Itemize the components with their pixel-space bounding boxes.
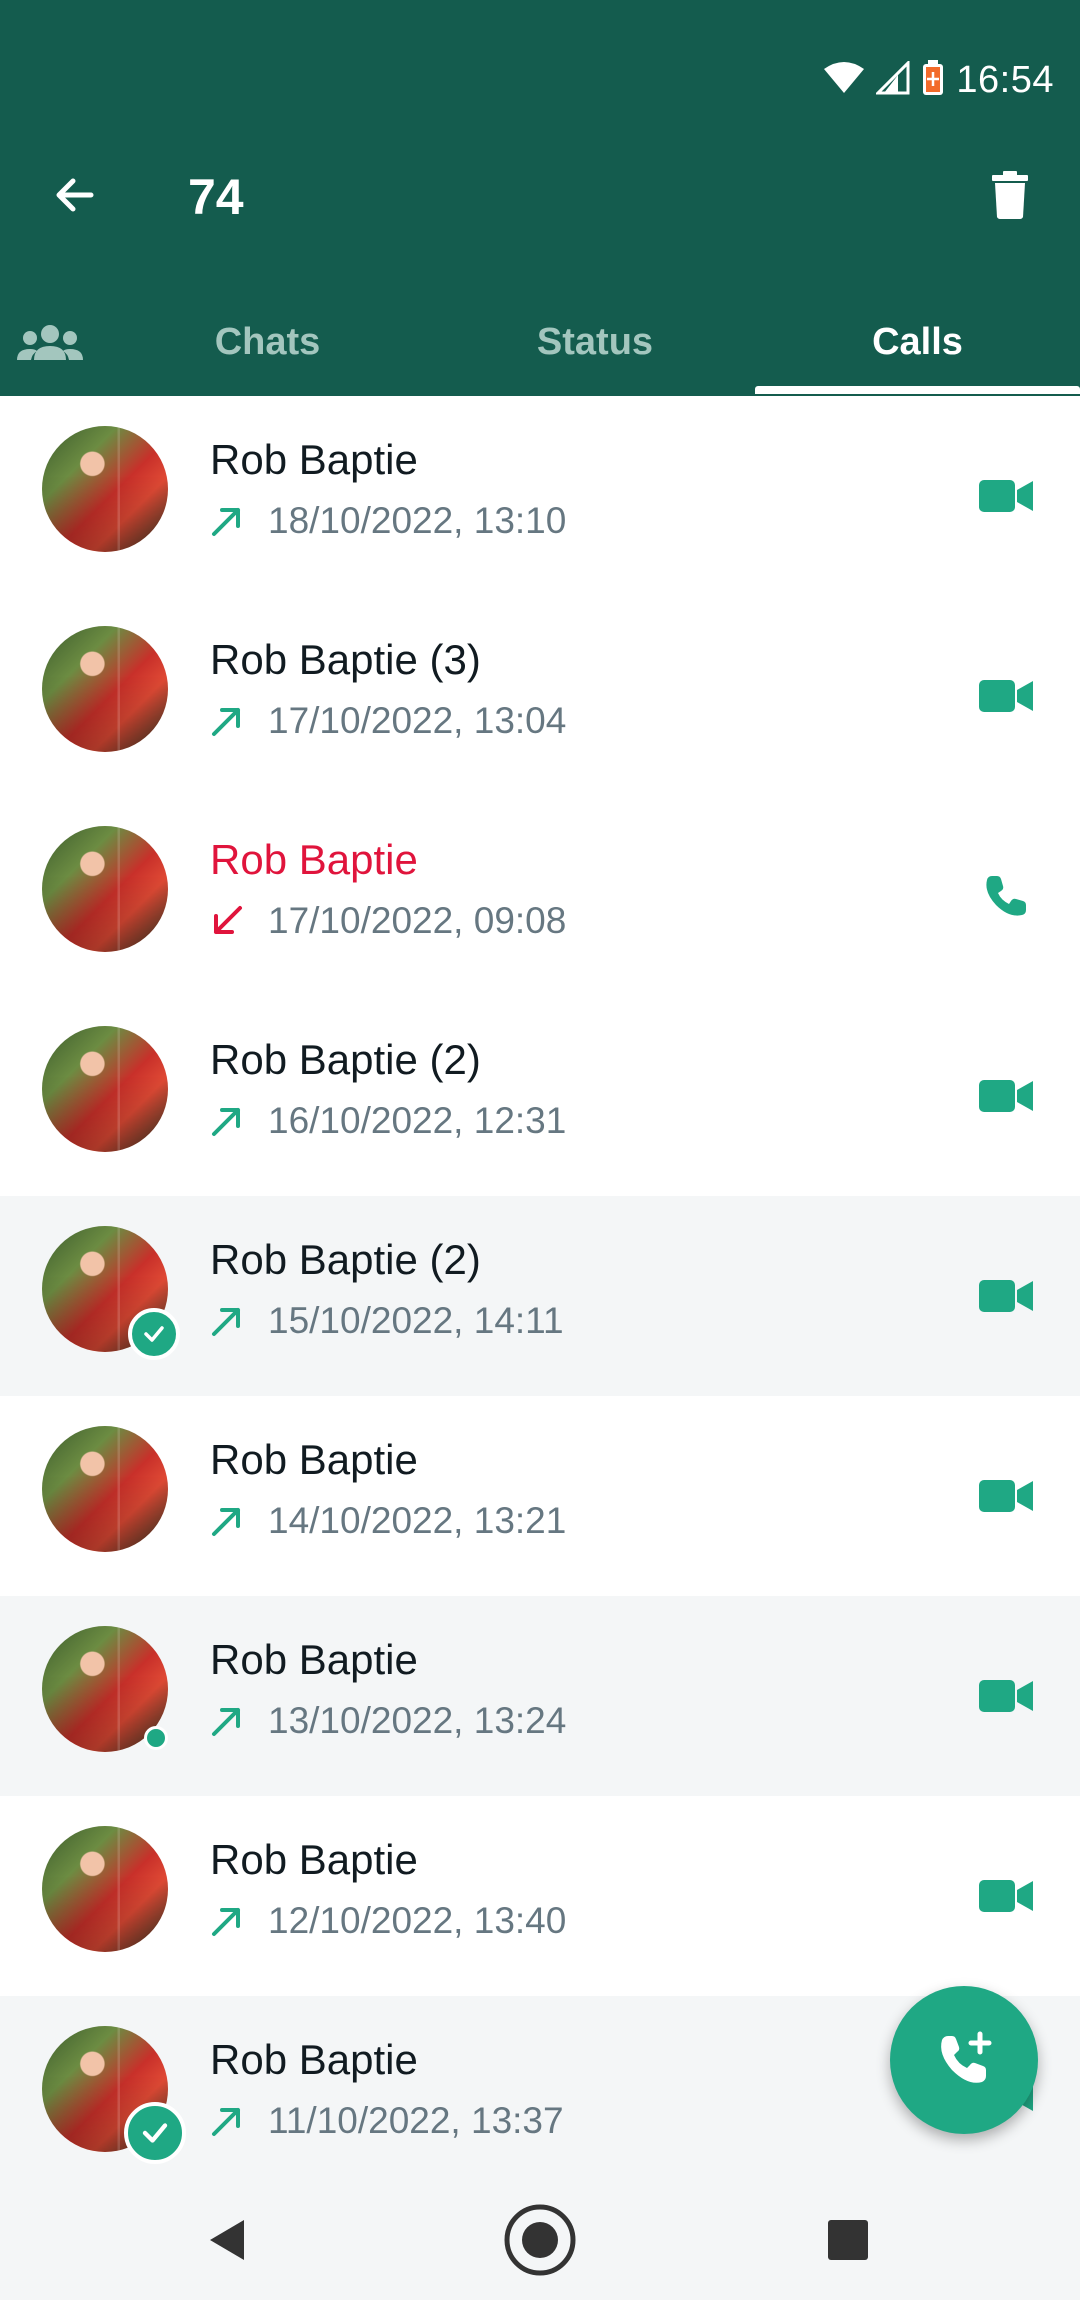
contact-avatar[interactable] bbox=[42, 826, 168, 952]
nav-home-button[interactable] bbox=[500, 2200, 580, 2280]
trash-icon bbox=[992, 171, 1028, 219]
outgoing-call-arrow-icon bbox=[210, 1104, 244, 1138]
call-datetime: 17/10/2022, 09:08 bbox=[268, 900, 567, 941]
call-datetime: 18/10/2022, 13:10 bbox=[268, 500, 567, 541]
video-camera-icon bbox=[979, 1880, 1033, 1912]
call-datetime: 15/10/2022, 14:11 bbox=[268, 1300, 564, 1341]
tab-calls[interactable]: Calls bbox=[755, 292, 1080, 392]
contact-name: Rob Baptie bbox=[210, 1836, 418, 1883]
call-meta: 17/10/2022, 09:08 bbox=[210, 900, 566, 942]
outgoing-call-arrow-icon bbox=[210, 1904, 244, 1938]
call-row[interactable]: Rob Baptie 17/10/2022, 09:08 bbox=[0, 796, 1080, 996]
nav-back-button[interactable] bbox=[188, 2200, 268, 2280]
selected-check-icon bbox=[128, 1308, 180, 1360]
call-datetime: 17/10/2022, 13:04 bbox=[268, 700, 567, 741]
back-button[interactable] bbox=[40, 165, 110, 225]
calls-list: Rob Baptie 18/10/2022, 13:10 Rob Baptie (3… bbox=[0, 396, 1080, 2196]
outgoing-call-arrow-icon bbox=[210, 504, 244, 538]
add-call-icon bbox=[941, 2031, 992, 2083]
call-datetime: 13/10/2022, 13:24 bbox=[268, 1700, 567, 1741]
nav-recents-button[interactable] bbox=[808, 2200, 888, 2280]
selected-count: 74 bbox=[188, 169, 244, 225]
video-call-button[interactable] bbox=[976, 1066, 1036, 1126]
contact-name: Rob Baptie bbox=[210, 836, 418, 883]
contact-name: Rob Baptie bbox=[210, 1436, 418, 1483]
call-datetime: 11/10/2022, 13:37 bbox=[268, 2100, 564, 2141]
call-meta: 12/10/2022, 13:40 bbox=[210, 1900, 566, 1942]
video-call-button[interactable] bbox=[976, 1666, 1036, 1726]
nav-home-icon bbox=[504, 2204, 576, 2276]
selected-check-icon bbox=[124, 2102, 186, 2164]
online-dot-icon bbox=[144, 1726, 168, 1750]
outgoing-call-arrow-icon bbox=[210, 1704, 244, 1738]
contact-avatar[interactable] bbox=[42, 626, 168, 752]
phone-icon bbox=[986, 876, 1026, 916]
delete-button[interactable] bbox=[980, 165, 1040, 225]
video-call-button[interactable] bbox=[976, 1466, 1036, 1526]
video-camera-icon bbox=[979, 680, 1033, 712]
tab-status[interactable]: Status bbox=[435, 292, 755, 392]
video-camera-icon bbox=[979, 480, 1033, 512]
contact-avatar[interactable] bbox=[42, 1026, 168, 1152]
call-row[interactable]: Rob Baptie (2) 16/10/2022, 12:31 bbox=[0, 996, 1080, 1196]
call-datetime: 12/10/2022, 13:40 bbox=[268, 1900, 567, 1941]
outgoing-call-arrow-icon bbox=[210, 2104, 244, 2138]
nav-recents-icon bbox=[828, 2220, 868, 2260]
contact-name: Rob Baptie (2) bbox=[210, 1036, 481, 1083]
clock: 16:54 bbox=[956, 58, 1054, 101]
outgoing-call-arrow-icon bbox=[210, 1304, 244, 1338]
contact-name: Rob Baptie bbox=[210, 1636, 418, 1683]
arrow-back-icon bbox=[56, 178, 94, 212]
outgoing-call-arrow-icon bbox=[210, 704, 244, 738]
call-row[interactable]: Rob Baptie 14/10/2022, 13:21 bbox=[0, 1396, 1080, 1596]
app-bar: 16:54 74 Chats Status Calls bbox=[0, 0, 1080, 396]
call-meta: 17/10/2022, 13:04 bbox=[210, 700, 566, 742]
contact-name: Rob Baptie (2) bbox=[210, 1236, 481, 1283]
contact-name: Rob Baptie (3) bbox=[210, 636, 481, 683]
system-nav-bar bbox=[0, 2180, 1080, 2300]
call-datetime: 16/10/2022, 12:31 bbox=[268, 1100, 567, 1141]
selection-toolbar: 74 bbox=[0, 150, 1080, 240]
video-call-button[interactable] bbox=[976, 666, 1036, 726]
call-row[interactable]: Rob Baptie (2) 15/10/2022, 14:11 bbox=[0, 1196, 1080, 1396]
call-row[interactable]: Rob Baptie 18/10/2022, 13:10 bbox=[0, 396, 1080, 596]
status-bar: 16:54 bbox=[824, 50, 1054, 110]
call-meta: 13/10/2022, 13:24 bbox=[210, 1700, 566, 1742]
battery-saver-icon bbox=[922, 59, 944, 101]
video-call-button[interactable] bbox=[976, 1866, 1036, 1926]
call-meta: 18/10/2022, 13:10 bbox=[210, 500, 566, 542]
video-camera-icon bbox=[979, 1080, 1033, 1112]
outgoing-call-arrow-icon bbox=[210, 1504, 244, 1538]
contact-avatar[interactable] bbox=[42, 1826, 168, 1952]
signal-icon bbox=[874, 58, 910, 100]
call-row[interactable]: Rob Baptie (3) 17/10/2022, 13:04 bbox=[0, 596, 1080, 796]
tab-chats[interactable]: Chats bbox=[100, 292, 435, 392]
nav-back-icon bbox=[210, 2220, 244, 2260]
missed-call-arrow-icon bbox=[210, 904, 244, 938]
call-meta: 14/10/2022, 13:21 bbox=[210, 1500, 566, 1542]
call-row[interactable]: Rob Baptie 13/10/2022, 13:24 bbox=[0, 1596, 1080, 1796]
tab-bar: Chats Status Calls bbox=[0, 292, 1080, 396]
new-call-button[interactable] bbox=[890, 1986, 1038, 2134]
active-tab-indicator bbox=[755, 386, 1080, 394]
call-meta: 16/10/2022, 12:31 bbox=[210, 1100, 566, 1142]
video-camera-icon bbox=[979, 1480, 1033, 1512]
tab-communities[interactable] bbox=[0, 292, 100, 392]
call-meta: 15/10/2022, 14:11 bbox=[210, 1300, 564, 1342]
wifi-icon bbox=[824, 61, 865, 100]
contact-name: Rob Baptie bbox=[210, 436, 418, 483]
call-meta: 11/10/2022, 13:37 bbox=[210, 2100, 564, 2142]
call-datetime: 14/10/2022, 13:21 bbox=[268, 1500, 567, 1541]
call-row[interactable]: Rob Baptie 12/10/2022, 13:40 bbox=[0, 1796, 1080, 1996]
contact-avatar[interactable] bbox=[42, 1426, 168, 1552]
video-call-button[interactable] bbox=[976, 466, 1036, 526]
voice-call-button[interactable] bbox=[976, 866, 1036, 926]
community-icon bbox=[17, 325, 83, 360]
video-call-button[interactable] bbox=[976, 1266, 1036, 1326]
video-camera-icon bbox=[979, 1680, 1033, 1712]
contact-avatar[interactable] bbox=[42, 426, 168, 552]
video-camera-icon bbox=[979, 1280, 1033, 1312]
contact-name: Rob Baptie bbox=[210, 2036, 418, 2083]
